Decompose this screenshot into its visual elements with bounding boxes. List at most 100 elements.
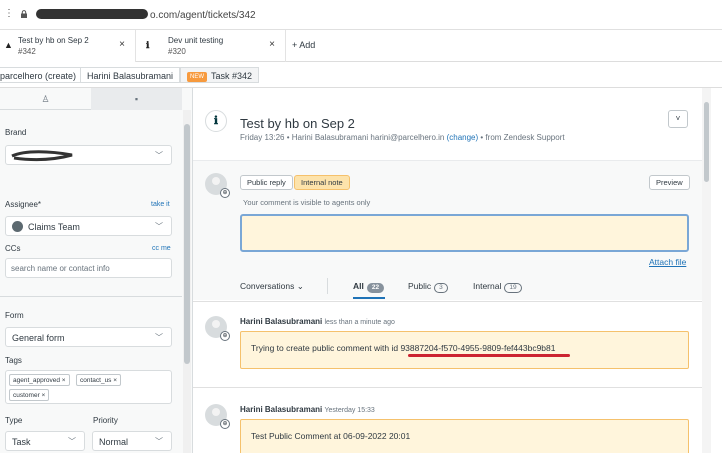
form-select[interactable]: General form ﹀ [5,327,172,347]
form-label: Form [5,311,24,320]
attach-file-link[interactable]: Attach file [649,257,686,267]
add-tab-button[interactable]: + Add [292,40,315,50]
tab-ticket-342[interactable]: ▲ Test by hb on Sep 2 #342 × [0,30,136,62]
ccs-label: CCs [5,244,21,253]
form-value: General form [12,333,65,343]
redacted-brand [11,150,73,162]
assignee-label: Assignee* [5,200,42,209]
ticket-title: Test by hb on Sep 2 [240,116,355,131]
tag-chip[interactable]: contact_us × [76,374,122,386]
filter-public[interactable]: Public 3 [408,281,448,293]
close-icon[interactable]: × [119,39,125,50]
breadcrumb-ticket-label: Task #342 [211,71,253,81]
chevron-down-icon: ﹀ [155,437,163,446]
conversations-label: Conversations [240,281,295,291]
conversation-event: ⊕ Harini Balasubramani Yesterday 15:33 T… [193,387,702,453]
filter-count: 3 [434,283,448,293]
comment-text: Trying to create public comment with id … [251,343,555,353]
new-badge: NEW [187,71,207,82]
comment-textarea[interactable] [240,214,689,252]
user-icon: ♙ [41,94,50,104]
ticket-icon: ▲ [4,40,13,50]
tags-label: Tags [5,356,22,365]
type-select[interactable]: Task ﹀ [5,431,85,451]
brand-label: Brand [5,128,27,137]
filter-all-label: All [353,281,364,291]
ticket-tabs: ▲ Test by hb on Sep 2 #342 × ℹ Dev unit … [0,30,722,62]
browser-url-bar[interactable]: ⋮ o.com/agent/tickets/342 [0,0,722,30]
event-author: Harini Balasubramani less than a minute … [240,317,395,326]
tags-input[interactable]: agent_approved × contact_us × customer × [5,370,172,404]
breadcrumb: parcelhero (create) Harini Balasubramani… [0,62,722,88]
comment-text: Test Public Comment at 06-09-2022 20:01 [251,431,411,441]
chevron-down-icon: ﹀ [68,437,76,446]
type-value: Task [12,437,31,447]
author-name[interactable]: Harini Balasubramani [240,405,322,414]
tab-ticket-320[interactable]: ℹ Dev unit testing #320 × [136,30,286,62]
assignee-value: Claims Team [28,222,80,232]
priority-label: Priority [93,416,118,425]
ccs-placeholder: search name or contact info [11,264,110,273]
event-time: less than a minute ago [324,319,395,326]
scroll-thumb[interactable] [184,124,190,364]
comment-id: 93887204-f570-4955-9809-fef443bc9b81 [400,343,556,353]
filter-all[interactable]: All 22 [353,281,385,293]
apps-icon: ▪ [134,94,139,104]
agent-badge-icon: ⊕ [220,188,230,198]
menu-icon[interactable]: ⋮ [4,8,14,19]
filter-internal[interactable]: Internal 19 [473,281,522,293]
chevron-down-icon: ⌄ [296,281,304,291]
scroll-thumb[interactable] [704,102,709,182]
tag-chip[interactable]: customer × [9,389,50,401]
brand-select[interactable]: ﹀ [5,145,172,165]
preview-button[interactable]: Preview [649,175,690,190]
conversations-dropdown[interactable]: Conversations ⌄ [240,281,304,292]
avatar: ⊕ [205,316,230,341]
chevron-down-icon: ﹀ [155,333,163,342]
group-icon [12,221,23,232]
priority-select[interactable]: Normal ﹀ [92,431,172,451]
public-reply-button[interactable]: Public reply [240,175,293,190]
breadcrumb-requester[interactable]: Harini Balasubramani [80,67,181,83]
filter-count: 19 [504,283,522,293]
active-filter-indicator [353,297,385,299]
redacted-domain [36,9,148,19]
sidebar-tabs: ♙ ▪ [0,88,182,110]
event-author: Harini Balasubramani Yesterday 15:33 [240,405,375,414]
breadcrumb-organization[interactable]: parcelhero (create) [0,67,84,83]
internal-note-button[interactable]: Internal note [294,175,350,190]
apps-tab[interactable]: ▪ [91,88,182,110]
ccs-input[interactable]: search name or contact info [5,258,172,278]
ticket-options-button[interactable]: ˅ [668,110,688,128]
ticket-source: • from Zendesk Support [480,133,565,142]
avatar: ⊕ [205,173,230,198]
tag-chip[interactable]: agent_approved × [9,374,70,386]
tab-ticket-number: #320 [168,47,186,56]
user-tab[interactable]: ♙ [0,88,91,110]
event-time: Yesterday 15:33 [324,407,375,414]
author-name[interactable]: Harini Balasubramani [240,317,322,326]
tab-title: Test by hb on Sep 2 [18,36,89,45]
filter-internal-label: Internal [473,281,502,291]
chevron-down-icon: ﹀ [155,151,163,160]
tab-title: Dev unit testing [168,36,224,45]
main-scrollbar[interactable] [702,88,711,453]
close-icon[interactable]: × [269,39,275,50]
sidebar-scrollbar[interactable] [183,110,191,453]
zendesk-logo-icon: ℹ [146,40,150,50]
cc-me-link[interactable]: cc me [152,245,171,252]
lock-icon [21,10,27,18]
take-it-link[interactable]: take it [151,201,170,208]
url-text[interactable]: o.com/agent/tickets/342 [150,10,256,21]
avatar: ⊕ [205,404,230,429]
divider [0,296,182,297]
tab-ticket-number: #342 [18,47,36,56]
chevron-down-icon: ˅ [675,114,681,123]
breadcrumb-ticket[interactable]: NEW Task #342 [180,67,260,83]
assignee-select[interactable]: Claims Team ﹀ [5,216,172,236]
chevron-down-icon: ﹀ [155,222,163,231]
ticket-conversation-pane: ℹ Test by hb on Sep 2 Friday 13:26 • Har… [193,88,722,453]
change-requester-link[interactable]: (change) [447,133,479,142]
ticket-properties-sidebar: ♙ ▪ Brand ﹀ Assignee* take it Claims Tea… [0,88,193,453]
conversation-filters: Conversations ⌄ All 22 Public 3 Internal 19 [193,276,702,299]
